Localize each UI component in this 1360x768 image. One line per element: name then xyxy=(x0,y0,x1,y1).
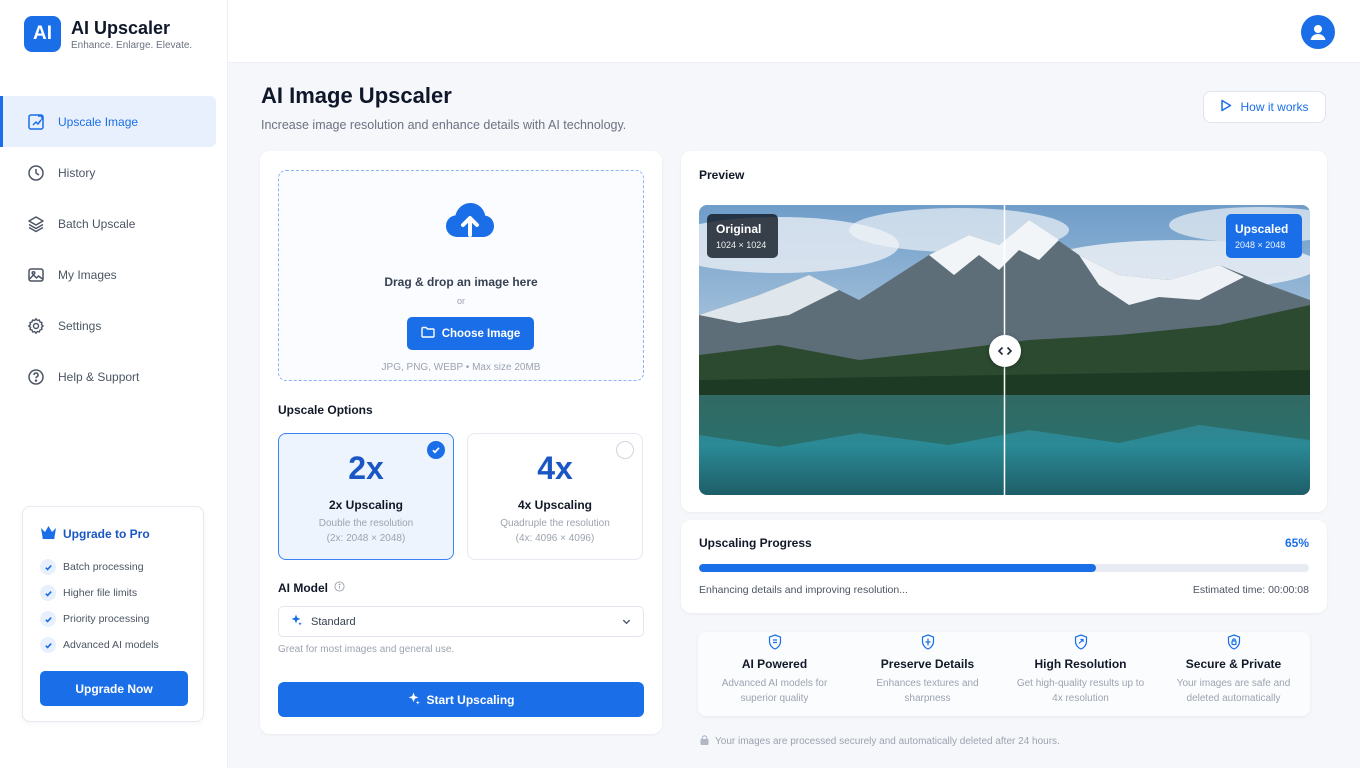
original-badge: Original 1024 × 1024 xyxy=(707,214,778,258)
check-icon xyxy=(40,585,56,601)
feature-preserve-details: Preserve Details Enhances textures and s… xyxy=(851,632,1004,716)
help-icon xyxy=(26,367,46,387)
sidebar-item-label: History xyxy=(58,165,96,180)
pro-feature-item: Advanced AI models xyxy=(40,632,159,658)
chevron-down-icon xyxy=(621,616,632,630)
preview-title: Preview xyxy=(699,168,745,182)
progress-bar xyxy=(699,564,1309,572)
user-icon xyxy=(1310,25,1326,40)
check-icon xyxy=(40,637,56,653)
image-icon xyxy=(26,265,46,285)
top-bar xyxy=(228,0,1360,63)
chevrons-left-right-icon xyxy=(997,346,1013,356)
ai-model-select[interactable]: Standard xyxy=(278,606,644,637)
folder-icon xyxy=(420,326,435,341)
dropzone-title: Drag & drop an image here xyxy=(384,275,538,289)
dropzone-formats: JPG, PNG, WEBP • Max size 20MB xyxy=(381,362,541,373)
shield-icon xyxy=(1157,632,1310,652)
sparkle-icon xyxy=(290,614,302,629)
upscaled-badge: Upscaled 2048 × 2048 xyxy=(1226,214,1302,258)
sidebar-item-label: Upscale Image xyxy=(58,114,139,129)
sidebar-item-my-images[interactable]: My Images xyxy=(0,249,228,300)
app-logo: AI xyxy=(24,16,61,52)
option-4x-card[interactable]: 4x 4x Upscaling Quadruple the resolution… xyxy=(467,433,643,560)
crown-icon xyxy=(40,525,57,542)
lock-icon xyxy=(700,735,709,748)
dropzone-or: or xyxy=(456,296,465,306)
details-icon xyxy=(851,632,1004,652)
ai-chip-icon xyxy=(698,632,851,652)
option-resolution: (4x: 4096 × 4096) xyxy=(515,533,595,544)
sidebar-item-label: Help & Support xyxy=(58,369,140,384)
sidebar: AI AI Upscaler Enhance. Enlarge. Elevate… xyxy=(0,0,228,768)
upgrade-pro-title: Upgrade to Pro xyxy=(40,525,150,542)
cloud-upload-icon xyxy=(444,201,496,246)
option-name: 4x Upscaling xyxy=(517,498,593,512)
sidebar-item-settings[interactable]: Settings xyxy=(0,300,228,351)
clock-icon xyxy=(26,163,46,183)
upscale-options-label: Upscale Options xyxy=(278,403,373,417)
app-title: AI Upscaler xyxy=(71,17,171,38)
check-icon xyxy=(40,611,56,627)
sidebar-nav: Upscale Image History Batch Upscale My I… xyxy=(0,96,228,402)
pro-feature-list: Batch processing Higher file limits Prio… xyxy=(40,554,159,658)
play-icon xyxy=(1220,99,1232,115)
option-description: Quadruple the resolution xyxy=(500,518,610,529)
resolution-icon xyxy=(1004,632,1157,652)
progress-title: Upscaling Progress xyxy=(699,536,812,550)
gear-icon xyxy=(26,316,46,336)
page-subtitle: Increase image resolution and enhance de… xyxy=(261,118,627,132)
progress-status: Enhancing details and improving resoluti… xyxy=(699,584,908,596)
pro-feature-item: Higher file limits xyxy=(40,580,159,606)
feature-strip: AI Powered Advanced AI models for superi… xyxy=(698,632,1310,716)
user-avatar[interactable] xyxy=(1301,15,1335,49)
brand[interactable]: AI AI Upscaler Enhance. Enlarge. Elevate… xyxy=(24,16,192,52)
layers-icon xyxy=(26,214,46,234)
choose-image-button[interactable]: Choose Image xyxy=(407,317,534,350)
sidebar-item-help-support[interactable]: Help & Support xyxy=(0,351,228,402)
upload-panel: Drag & drop an image here or Choose Imag… xyxy=(260,151,662,734)
page-title: AI Image Upscaler xyxy=(261,83,452,108)
security-note: Your images are processed securely and a… xyxy=(700,735,1060,748)
progress-percent: 65% xyxy=(1284,536,1309,550)
feature-secure-private: Secure & Private Your images are safe an… xyxy=(1157,632,1310,716)
ai-model-value: Standard xyxy=(311,615,356,628)
feature-high-resolution: High Resolution Get high-quality results… xyxy=(1004,632,1157,716)
sidebar-item-label: Settings xyxy=(58,318,102,333)
feature-ai-powered: AI Powered Advanced AI models for superi… xyxy=(698,632,851,716)
progress-panel: Upscaling Progress 65% Enhancing details… xyxy=(681,520,1327,613)
sidebar-item-history[interactable]: History xyxy=(0,147,228,198)
progress-bar-fill xyxy=(699,564,1096,572)
check-icon xyxy=(40,559,56,575)
option-description: Double the resolution xyxy=(318,518,414,529)
sidebar-item-label: My Images xyxy=(58,267,117,282)
sparkle-icon xyxy=(407,692,421,708)
sidebar-item-batch-upscale[interactable]: Batch Upscale xyxy=(0,198,228,249)
image-dropzone[interactable]: Drag & drop an image here or Choose Imag… xyxy=(278,170,644,381)
start-upscaling-button[interactable]: Start Upscaling xyxy=(278,682,644,717)
sidebar-item-upscale-image[interactable]: Upscale Image xyxy=(0,96,216,147)
ai-model-label: AI Model xyxy=(278,581,345,595)
option-resolution: (2x: 2048 × 2048) xyxy=(326,533,406,544)
option-name: 2x Upscaling xyxy=(328,498,404,512)
ai-model-help: Great for most images and general use. xyxy=(278,644,455,655)
app-tagline: Enhance. Enlarge. Elevate. xyxy=(71,39,193,51)
upscale-icon xyxy=(26,112,46,132)
option-2x-card[interactable]: 2x 2x Upscaling Double the resolution (2… xyxy=(278,433,454,560)
upgrade-now-button[interactable]: Upgrade Now xyxy=(40,671,188,706)
upgrade-pro-card: Upgrade to Pro Batch processing Higher f… xyxy=(22,506,204,722)
info-icon[interactable] xyxy=(334,581,345,595)
option-multiplier: 4x xyxy=(537,450,573,486)
preview-panel: Preview Original 1024 × 1024 Upscaled 20… xyxy=(681,151,1327,512)
compare-slider-handle[interactable] xyxy=(989,335,1021,367)
pro-feature-item: Batch processing xyxy=(40,554,159,580)
pro-feature-item: Priority processing xyxy=(40,606,159,632)
progress-eta: Estimated time: 00:00:08 xyxy=(1192,584,1309,596)
sidebar-item-label: Batch Upscale xyxy=(58,216,136,231)
option-multiplier: 2x xyxy=(348,450,384,486)
how-it-works-button[interactable]: How it works xyxy=(1203,91,1326,123)
preview-comparison-image[interactable]: Original 1024 × 1024 Upscaled 2048 × 204… xyxy=(699,205,1310,495)
